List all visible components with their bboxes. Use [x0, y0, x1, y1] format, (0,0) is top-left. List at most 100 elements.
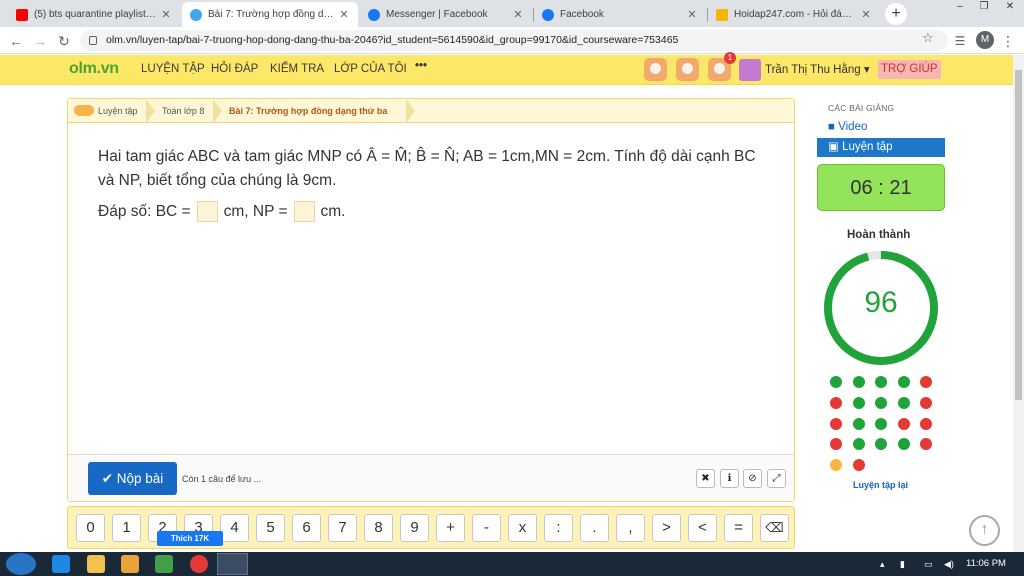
start-button[interactable] [6, 553, 36, 575]
bookmark-star-icon[interactable]: ☆ [922, 30, 934, 46]
nav-hoi-dap[interactable]: HỎI ĐÁP [211, 63, 258, 75]
key-dot[interactable]: . [580, 514, 609, 542]
key-4[interactable]: 4 [220, 514, 249, 542]
app-icon[interactable] [155, 555, 173, 573]
network-icon[interactable]: ▮ [900, 559, 905, 570]
profile-avatar[interactable]: M [976, 31, 994, 49]
key-6[interactable]: 6 [292, 514, 321, 542]
result-dot[interactable] [897, 376, 910, 388]
result-dot[interactable] [897, 417, 910, 430]
result-dot[interactable] [875, 417, 887, 430]
menu-dots-icon[interactable]: ⋮ [998, 31, 1018, 51]
info-icon[interactable]: ℹ [720, 469, 739, 488]
hoidap-icon [716, 8, 728, 21]
close-icon[interactable]: ✕ [512, 8, 524, 21]
avatar[interactable] [739, 59, 761, 81]
result-dot[interactable] [852, 459, 865, 472]
key-minus[interactable]: - [472, 514, 501, 542]
result-dot[interactable] [920, 417, 932, 430]
user-name[interactable]: Trần Thị Thu Hằng ▾ [765, 62, 870, 76]
breadcrumb-item[interactable]: Toán lớp 8 [162, 106, 204, 116]
key-comma[interactable]: , [616, 514, 645, 542]
tray-arrow-icon[interactable]: ▴ [880, 559, 885, 570]
nav-kiem-tra[interactable]: KIỂM TRA [270, 63, 324, 75]
scroll-top-arrow-icon[interactable]: ↑ [969, 515, 1000, 546]
key-less[interactable]: < [688, 514, 717, 542]
sidebar-item-video[interactable]: ■ Video [828, 121, 867, 133]
site-logo[interactable]: olm.vn [69, 60, 119, 78]
result-dot[interactable] [875, 438, 887, 451]
result-dot[interactable] [920, 396, 932, 409]
key-5[interactable]: 5 [256, 514, 285, 542]
result-dot[interactable] [920, 438, 932, 451]
help-button[interactable]: TRỢ GIÚP [878, 60, 941, 79]
key-9[interactable]: 9 [400, 514, 429, 542]
key-7[interactable]: 7 [328, 514, 357, 542]
key-divide[interactable]: : [544, 514, 573, 542]
facebook-like-button[interactable]: Thích 17K [157, 531, 223, 546]
taskbar-active-window[interactable] [217, 553, 248, 575]
retry-link[interactable]: Luyện tập lại [853, 480, 908, 490]
url-input[interactable]: olm.vn/luyen-tap/bai-7-truong-hop-dong-d… [80, 30, 948, 51]
close-icon[interactable]: ✕ [860, 8, 872, 21]
result-dot[interactable] [852, 376, 865, 388]
nav-lop-cua-toi[interactable]: LỚP CỦA TÔI [334, 63, 407, 75]
bc-answer-input[interactable] [196, 201, 218, 222]
submit-button[interactable]: ✔ Nộp bài [88, 462, 177, 495]
new-tab-button[interactable]: + [885, 3, 907, 25]
browser-tab[interactable]: Facebook ✕ [534, 2, 706, 27]
browser-tab[interactable]: (5) bts quarantine playlist 2020 ✕ [8, 2, 180, 27]
nav-more-icon[interactable]: ••• [415, 60, 427, 72]
result-dot[interactable] [897, 438, 910, 451]
scrollbar-thumb[interactable] [1015, 70, 1022, 400]
volume-icon[interactable]: ◀) [944, 559, 954, 570]
key-greater[interactable]: > [652, 514, 681, 542]
browser-tab-active[interactable]: Bài 7: Trường hợp đồng dạng thứ ba ✕ [182, 2, 358, 27]
browser-tab[interactable]: Hoidap247.com - Hỏi đáp bài tập ✕ [708, 2, 880, 27]
chrome-icon[interactable] [190, 555, 208, 573]
result-dot[interactable] [920, 376, 932, 388]
key-equals[interactable]: = [724, 514, 753, 542]
close-window-button[interactable]: ✕ [996, 0, 1024, 14]
block-icon[interactable]: ⊘ [743, 469, 762, 488]
nav-luyen-tap[interactable]: LUYỆN TẬP [141, 63, 205, 75]
sidebar-item-practice[interactable]: ▣ Luyện tập [817, 138, 945, 157]
backspace-icon[interactable]: ⌫ [760, 514, 789, 542]
battery-icon[interactable]: ▭ [924, 559, 933, 570]
result-dot[interactable] [875, 396, 887, 409]
reading-list-icon[interactable]: ☰ [950, 31, 970, 51]
chat-icon[interactable] [676, 58, 699, 81]
result-dot[interactable] [852, 417, 865, 430]
key-0[interactable]: 0 [76, 514, 105, 542]
result-dot[interactable] [830, 396, 842, 409]
result-dot[interactable] [852, 438, 865, 451]
close-icon[interactable]: ✖ [696, 469, 715, 488]
result-dot[interactable] [852, 396, 865, 409]
forward-arrow-icon[interactable]: → [30, 31, 50, 51]
reload-icon[interactable]: ↻ [54, 31, 74, 51]
ie-icon[interactable] [52, 555, 70, 573]
back-arrow-icon[interactable]: ← [6, 31, 26, 51]
key-multiply[interactable]: x [508, 514, 537, 542]
folder-icon[interactable] [87, 555, 105, 573]
close-icon[interactable]: ✕ [160, 8, 172, 21]
user-add-icon[interactable] [644, 58, 667, 81]
media-player-icon[interactable] [121, 555, 139, 573]
maximize-button[interactable]: ❐ [972, 0, 996, 14]
result-dot[interactable] [830, 459, 842, 472]
result-dot[interactable] [875, 376, 887, 388]
close-icon[interactable]: ✕ [338, 8, 350, 21]
breadcrumb-item[interactable]: Luyện tập [98, 106, 138, 116]
result-dot[interactable] [830, 438, 842, 451]
close-icon[interactable]: ✕ [686, 8, 698, 21]
np-answer-input[interactable] [293, 201, 315, 222]
key-8[interactable]: 8 [364, 514, 393, 542]
result-dot[interactable] [830, 376, 842, 388]
key-1[interactable]: 1 [112, 514, 141, 542]
browser-tab[interactable]: Messenger | Facebook ✕ [360, 2, 532, 27]
minimize-button[interactable]: – [948, 0, 972, 14]
result-dot[interactable] [897, 396, 910, 409]
fullscreen-icon[interactable]: ⤢ [767, 469, 786, 488]
result-dot[interactable] [830, 417, 842, 430]
key-plus[interactable]: + [436, 514, 465, 542]
